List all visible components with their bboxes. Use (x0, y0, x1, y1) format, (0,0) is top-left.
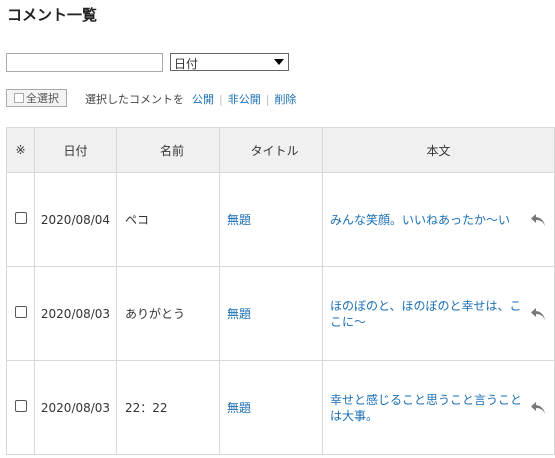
separator: | (219, 92, 223, 106)
row-body-link[interactable]: ほのぼのと、ほのぼのと幸せは、ここに〜 (330, 298, 527, 330)
header-date[interactable]: 日付 (34, 127, 117, 173)
checkbox-icon (14, 93, 24, 103)
unpublish-link[interactable]: 非公開 (228, 91, 261, 107)
select-all-button[interactable]: 全選択 (6, 89, 67, 107)
chevron-down-icon (274, 59, 284, 65)
separator: | (265, 92, 270, 106)
page-title: コメント一覧 (7, 6, 98, 24)
row-date: 2020/08/03 (34, 360, 117, 455)
row-checkbox[interactable] (14, 400, 27, 412)
table-row: 2020/08/03 22：22 無題 幸せと感じること思うこと言うことは大事。 (6, 360, 555, 455)
row-date: 2020/08/04 (34, 172, 117, 267)
table-header-row: ※ 日付 名前 タイトル 本文 (6, 127, 555, 173)
header-title[interactable]: タイトル (219, 127, 323, 173)
row-checkbox[interactable] (14, 212, 27, 224)
table-row: 2020/08/03 ありがとう 無題 ほのぼのと、ほのぼのと幸せは、ここに〜 (6, 266, 555, 361)
row-checkbox[interactable] (14, 306, 27, 318)
search-input[interactable] (6, 53, 163, 72)
row-title-link[interactable]: 無題 (227, 401, 251, 415)
row-body-link[interactable]: みんな笑顔。いいねあったか〜い (330, 212, 527, 228)
sort-select-value: 日付 (174, 57, 199, 71)
header-body[interactable]: 本文 (322, 127, 555, 173)
reply-arrow-icon[interactable] (530, 307, 546, 321)
header-mark: ※ (6, 127, 35, 173)
row-title-link[interactable]: 無題 (227, 307, 251, 321)
bulk-action-bar: 選択したコメントを 公開 | 非公開 | 削除 (85, 91, 296, 107)
table-row: 2020/08/04 ペコ 無題 みんな笑顔。いいねあったか〜い (6, 172, 555, 267)
delete-link[interactable]: 削除 (274, 91, 296, 107)
row-body-link[interactable]: 幸せと感じること思うこと言うことは大事。 (330, 392, 527, 424)
reply-arrow-icon[interactable] (530, 213, 546, 227)
row-name: ペコ (116, 172, 220, 267)
select-all-label: 全選択 (26, 92, 59, 105)
row-name: 22：22 (116, 360, 220, 455)
bulk-action-label: 選択したコメントを (85, 93, 184, 106)
sort-select[interactable]: 日付 (170, 53, 289, 71)
row-name: ありがとう (116, 266, 220, 361)
row-date: 2020/08/03 (34, 266, 117, 361)
header-name[interactable]: 名前 (116, 127, 220, 173)
row-title-link[interactable]: 無題 (227, 213, 251, 227)
comments-table: ※ 日付 名前 タイトル 本文 2020/08/04 ペコ 無題 みんな笑顔。い… (6, 127, 555, 455)
reply-arrow-icon[interactable] (530, 401, 546, 415)
publish-link[interactable]: 公開 (192, 91, 214, 107)
